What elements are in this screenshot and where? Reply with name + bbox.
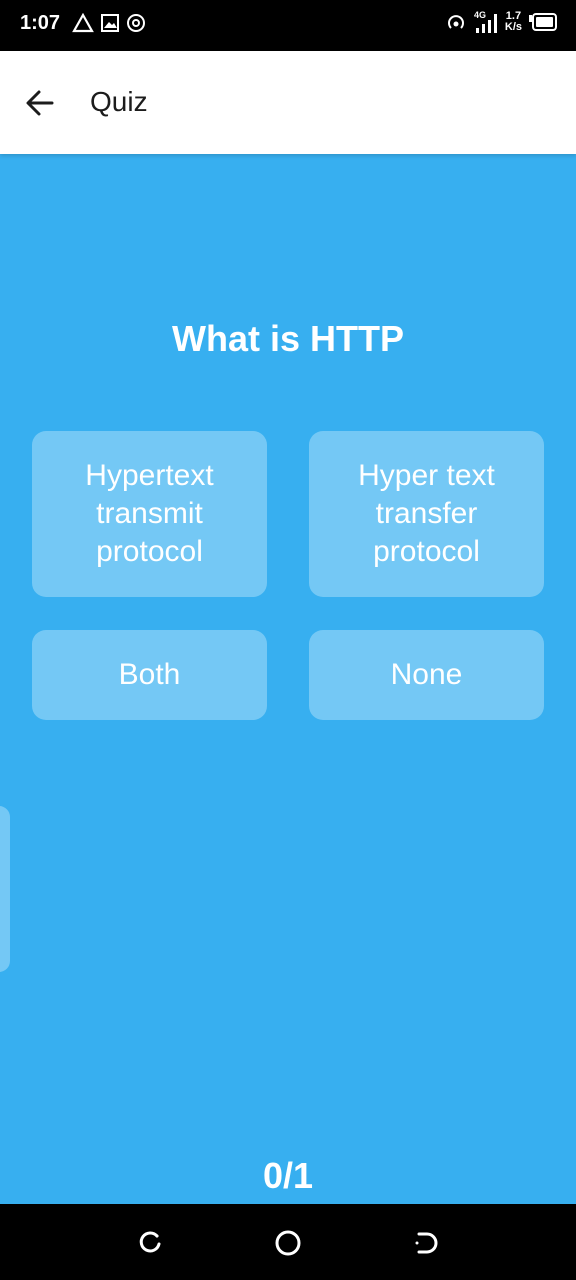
network-speed: 1.7 K/s [505,11,522,33]
status-bar: 1:07 4G 1.7 K/s [0,0,576,51]
quiz-progress: 0/1 [262,1155,314,1196]
speed-unit: K/s [504,21,522,33]
app-bar: Quiz [0,51,576,154]
option-button-2[interactable]: Hyper text transfer protocol [309,431,544,597]
hotspot-icon [447,15,464,29]
drive-icon [72,13,94,33]
battery-icon [529,13,557,31]
option-button-4[interactable]: None [309,630,544,720]
edge-panel-handle[interactable] [0,806,10,972]
recents-icon [139,1231,161,1253]
back-nav-icon [415,1232,438,1254]
home-icon [275,1230,301,1256]
gallery-icon [101,14,119,32]
option-button-1[interactable]: Hypertext transmit protocol [32,431,267,597]
svg-text:4G: 4G [474,10,486,20]
arrow-left-icon [26,90,54,116]
option-label: None [390,658,463,691]
status-icons-left [72,13,146,33]
navigation-bar [0,1204,576,1280]
signal-icon: 4G [474,10,497,33]
status-icons-right: 4G 1.7 K/s [445,10,558,34]
option-label: Hypertext transmit protocol [85,459,214,568]
hotspot-icon [127,14,145,32]
page-title: Quiz [90,86,148,117]
back-nav-button[interactable] [411,1228,441,1258]
option-button-3[interactable]: Both [32,630,267,720]
option-label: Hyper text transfer protocol [358,459,495,568]
recents-button[interactable] [135,1228,165,1258]
question-text: What is HTTP [172,318,404,359]
back-button[interactable] [22,85,58,121]
option-label: Both [118,658,181,691]
home-button[interactable] [273,1228,303,1258]
status-time: 1:07 [20,12,61,34]
